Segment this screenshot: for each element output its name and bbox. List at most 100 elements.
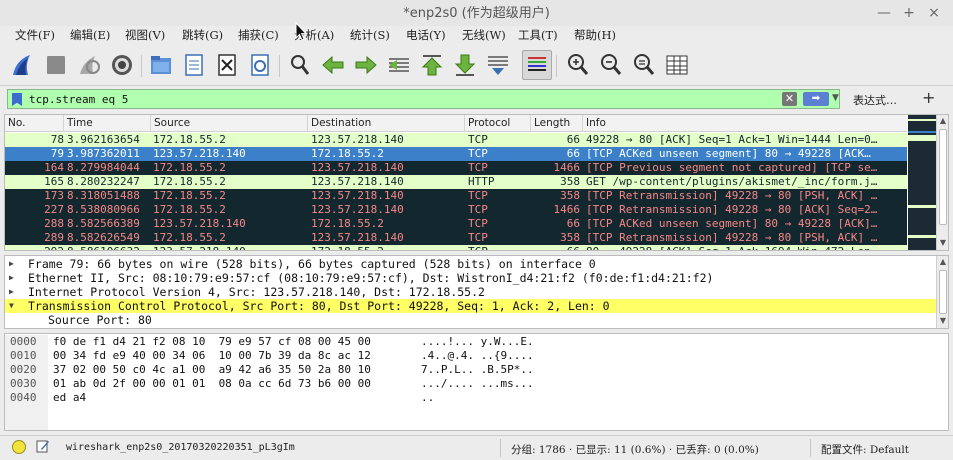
- packet-row[interactable]: 164 8.279984044 172.18.55.2 123.57.218.140 T…: [5, 161, 907, 175]
- display-filter-input[interactable]: tcp.stream eq 5 ✕ ➡ ▼: [7, 89, 840, 109]
- go-to-packet-icon[interactable]: [384, 50, 414, 80]
- intelligent-scrollbar-minimap[interactable]: [908, 115, 936, 250]
- back-arrow-icon[interactable]: [318, 50, 348, 80]
- detail-tree-item[interactable]: ▶ Frame 79: 66 bytes on wire (528 bits), …: [5, 257, 937, 271]
- packet-row[interactable]: 2928.586106632123.57.218.140172.18.55.2T…: [5, 245, 907, 250]
- details-scrollbar[interactable]: ▲ ▼: [936, 256, 948, 328]
- autoscroll-icon[interactable]: [483, 50, 513, 80]
- cell-time: 8.280232247: [67, 175, 140, 188]
- cell-no: 289: [44, 231, 64, 244]
- zoom-in-icon[interactable]: [563, 50, 593, 80]
- minimize-button[interactable]: —: [876, 5, 892, 21]
- scroll-down-icon[interactable]: ▼: [938, 238, 948, 247]
- cell-destination: 123.57.218.140: [311, 133, 404, 146]
- packet-row[interactable]: 227 8.538080966 172.18.55.2 123.57.218.140 T…: [5, 203, 907, 217]
- byte-ascii: .4..@.4. ..{9....: [421, 349, 534, 362]
- column-header-length[interactable]: Length: [531, 115, 583, 132]
- close-window-button[interactable]: ×: [926, 5, 942, 21]
- byte-offset: 0010: [5, 349, 48, 363]
- menu-go[interactable]: 跳转(G): [182, 27, 223, 43]
- packet-row[interactable]: 165 8.280232247 172.18.55.2 123.57.218.140 H…: [5, 175, 907, 189]
- byte-row[interactable]: 0020 37 02 00 50 c0 4c a1 00 a9 42 a6 35 …: [5, 363, 948, 377]
- cell-source: 123.57.218.140: [153, 217, 246, 230]
- filter-history-dropdown-icon[interactable]: ▼: [832, 93, 839, 103]
- scroll-up-icon[interactable]: ▲: [938, 257, 948, 266]
- expression-button[interactable]: 表达式…: [853, 92, 897, 108]
- apply-filter-icon[interactable]: ➡: [803, 92, 829, 106]
- expand-arrow-icon[interactable]: ▶: [9, 257, 19, 271]
- clear-filter-icon[interactable]: ✕: [782, 92, 797, 106]
- column-header-protocol[interactable]: Protocol: [465, 115, 531, 132]
- detail-tree-item[interactable]: ▶ Internet Protocol Version 4, Src: 123.5…: [5, 285, 937, 299]
- menu-wireless[interactable]: 无线(W): [462, 27, 506, 43]
- column-header-source[interactable]: Source: [151, 115, 308, 132]
- column-header-time[interactable]: Time: [64, 115, 151, 132]
- packet-row[interactable]: 78 3.962163654 172.18.55.2 123.57.218.140 TC…: [5, 133, 907, 147]
- forward-arrow-icon[interactable]: [351, 50, 381, 80]
- profile-status[interactable]: 配置文件: Default: [821, 442, 909, 457]
- byte-row[interactable]: 0000 f0 de f1 d4 21 f2 08 10 79 e9 57 cf …: [5, 335, 948, 349]
- resize-columns-icon[interactable]: [662, 50, 692, 80]
- detail-tree-item[interactable]: Source Port: 80: [5, 313, 937, 327]
- menu-file[interactable]: 文件(F): [15, 27, 55, 43]
- packet-row[interactable]: 289 8.582626549 172.18.55.2 123.57.218.140 T…: [5, 231, 907, 245]
- menu-view[interactable]: 视图(V): [125, 27, 165, 43]
- expand-arrow-icon[interactable]: ▶: [9, 271, 19, 285]
- restart-icon[interactable]: [74, 50, 104, 80]
- menu-telephony[interactable]: 电话(Y): [406, 27, 446, 43]
- cell-no: 292: [5, 245, 64, 250]
- cell-protocol: TCP: [468, 133, 488, 146]
- cell-protocol: TCP: [468, 189, 488, 202]
- scroll-up-icon[interactable]: ▲: [938, 116, 948, 125]
- packet-list: No. Time Source Destination Protocol Len…: [4, 114, 949, 251]
- zoom-normal-icon[interactable]: [629, 50, 659, 80]
- minimap-mark: [908, 135, 936, 141]
- stop-icon[interactable]: [41, 50, 71, 80]
- cell-info: [TCP ACKed unseen segment] 80 → 49228 [A…: [586, 217, 878, 230]
- detail-tree-item[interactable]: ▶ Ethernet II, Src: 08:10:79:e9:57:cf (08…: [5, 271, 937, 285]
- packet-row[interactable]: 288 8.582566389 123.57.218.140 172.18.55.2 T…: [5, 217, 907, 231]
- byte-row[interactable]: 0030 01 ab 0d 2f 00 00 01 01 08 0a cc 6d …: [5, 377, 948, 391]
- menu-help[interactable]: 帮助(H): [574, 27, 616, 43]
- first-packet-icon[interactable]: [417, 50, 447, 80]
- folder-open-icon[interactable]: [146, 50, 176, 80]
- expand-arrow-icon[interactable]: ▶: [9, 285, 19, 299]
- colorize-icon[interactable]: [522, 50, 552, 80]
- column-header-no[interactable]: No.: [5, 115, 64, 132]
- add-filter-button[interactable]: +: [922, 88, 935, 107]
- detail-text: Ethernet II, Src: 08:10:79:e9:57:cf (08:…: [28, 271, 714, 285]
- search-icon[interactable]: [285, 50, 315, 80]
- expert-info-indicator-icon[interactable]: [12, 440, 26, 454]
- packet-row[interactable]: 79 3.987362011 123.57.218.140 172.18.55.2 TC…: [5, 147, 907, 161]
- scrollbar-thumb[interactable]: [939, 129, 947, 225]
- capture-comment-icon[interactable]: [36, 439, 50, 453]
- column-header-destination[interactable]: Destination: [308, 115, 465, 132]
- scrollbar-thumb[interactable]: [939, 270, 947, 314]
- scroll-down-icon[interactable]: ▼: [938, 316, 948, 325]
- bookmark-icon[interactable]: [12, 93, 22, 106]
- collapse-arrow-icon[interactable]: ▼: [9, 299, 19, 313]
- byte-row[interactable]: 0040 ed a4..: [5, 391, 948, 405]
- shark-fin-start-icon[interactable]: [8, 50, 38, 80]
- zoom-out-icon[interactable]: [596, 50, 626, 80]
- maximize-button[interactable]: +: [901, 5, 917, 21]
- cell-source: 172.18.55.2: [153, 175, 226, 188]
- cell-length: 66: [531, 245, 580, 250]
- cell-source: 172.18.55.2: [153, 231, 226, 244]
- byte-row[interactable]: 0010 00 34 fd e9 40 00 34 06 10 00 7b 39 …: [5, 349, 948, 363]
- reload-icon[interactable]: [245, 50, 275, 80]
- close-file-icon[interactable]: [212, 50, 242, 80]
- detail-tree-item[interactable]: ▼ Transmission Control Protocol, Src Port…: [5, 299, 937, 313]
- column-header-info[interactable]: Info: [583, 115, 907, 132]
- packet-list-scrollbar[interactable]: ▲ ▼: [936, 115, 948, 250]
- menu-tools[interactable]: 工具(T): [518, 27, 558, 43]
- filter-text[interactable]: tcp.stream eq 5: [29, 92, 128, 107]
- gear-icon[interactable]: [107, 50, 137, 80]
- menu-edit[interactable]: 编辑(E): [70, 27, 110, 43]
- detail-tree-item[interactable]: Destination Port: 49228: [5, 327, 937, 328]
- menu-statistics[interactable]: 统计(S): [350, 27, 390, 43]
- file-save-icon[interactable]: [179, 50, 209, 80]
- menu-capture[interactable]: 捕获(C): [238, 27, 279, 43]
- packet-row[interactable]: 173 8.318051488 172.18.55.2 123.57.218.140 T…: [5, 189, 907, 203]
- last-packet-icon[interactable]: [450, 50, 480, 80]
